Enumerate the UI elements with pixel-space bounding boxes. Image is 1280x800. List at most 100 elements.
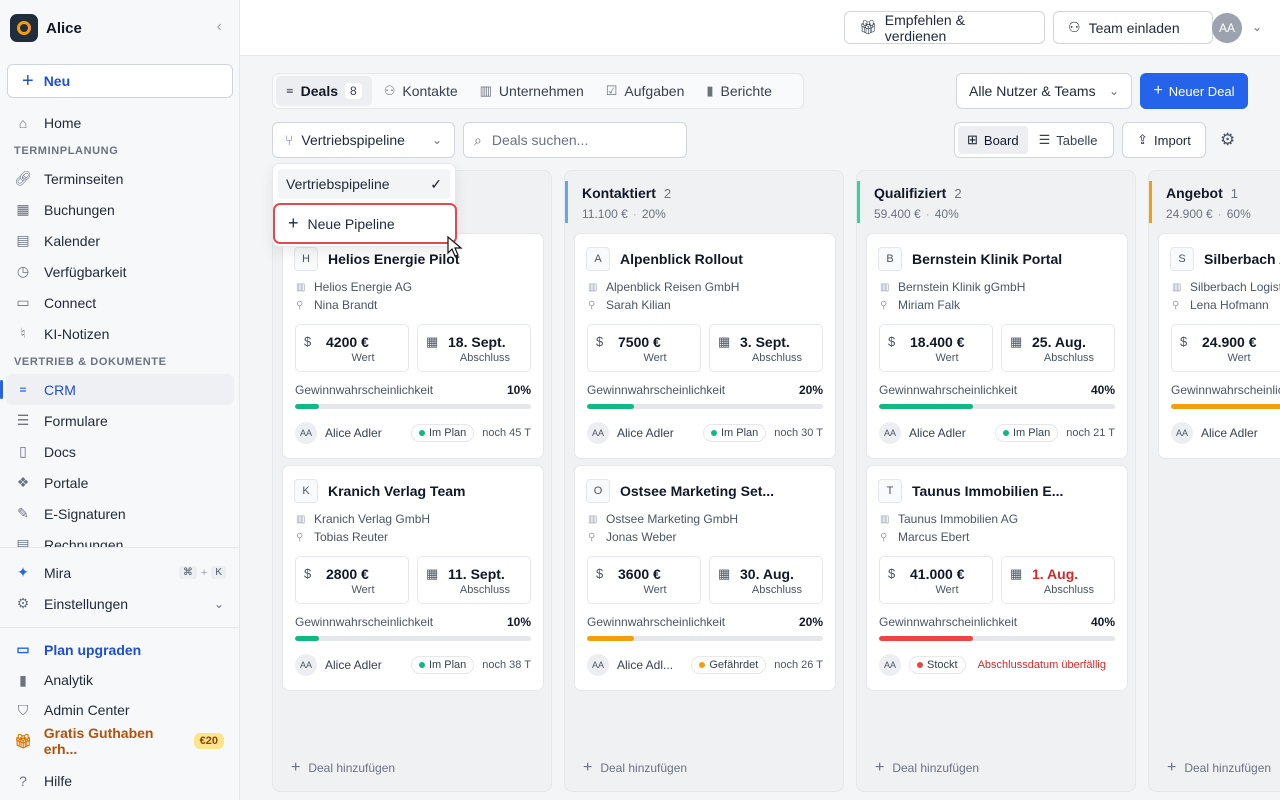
user-team-filter[interactable]: Alle Nutzer & Teams ⌄ xyxy=(956,73,1132,109)
probability-bar-fill xyxy=(295,636,319,641)
add-deal-button[interactable]: + Deal hinzufügen xyxy=(875,759,979,777)
chevron-down-icon[interactable]: ⌄ xyxy=(1252,20,1262,34)
sidebar-item-admin-center[interactable]: ⛉ Admin Center xyxy=(0,695,240,725)
tab-kontakte[interactable]: ⚇ Kontakte xyxy=(374,76,468,106)
sidebar-item-upgrade[interactable]: ▭ Plan upgraden xyxy=(0,634,240,665)
sidebar-item-rechnungen[interactable]: ▤ Rechnungen xyxy=(0,529,240,547)
sidebar-item-docs[interactable]: ▯ Docs xyxy=(0,436,240,467)
probability-value: 10% xyxy=(506,383,531,397)
new-deal-button[interactable]: + Neuer Deal xyxy=(1140,73,1248,109)
deal-card[interactable]: S Silberbach Analytics ▥ Silberbach Logi… xyxy=(1158,233,1280,459)
plus-icon: + xyxy=(875,759,885,776)
due-text: noch 30 T xyxy=(774,427,823,439)
deal-initial: B xyxy=(878,247,902,271)
sidebar-item-e-signaturen[interactable]: ✎ E-Signaturen xyxy=(0,498,240,529)
crm-icon: ꓿ xyxy=(18,381,28,397)
search-input[interactable] xyxy=(491,132,662,148)
deal-company: ▥ Ostsee Marketing GmbH xyxy=(588,512,738,526)
deal-value-label: Wert xyxy=(643,352,667,364)
deal-card[interactable]: B Bernstein Klinik Portal ▥ Bernstein Kl… xyxy=(866,233,1128,459)
status-label: Im Plan xyxy=(428,659,467,671)
probability-value: 10% xyxy=(506,615,531,629)
credit-badge: €20 xyxy=(193,733,224,749)
deal-title: Taunus Immobilien E... xyxy=(912,483,1064,499)
sidebar-item-ki-notizen[interactable]: ♮ KI-Notizen xyxy=(0,318,240,349)
status-dot xyxy=(699,662,706,668)
sidebar-item-label: Buchungen xyxy=(44,201,115,218)
close-date-label: Abschluss xyxy=(751,584,803,596)
sidebar-item-buchungen[interactable]: ▦ Buchungen xyxy=(0,194,240,225)
pipeline-select[interactable]: ⑂ Vertriebspipeline ⌄ xyxy=(272,122,455,158)
workspace-switcher[interactable]: Alice ‹ xyxy=(10,14,230,42)
refer-button[interactable]: 🎁︎ Empfehlen & verdienen xyxy=(844,11,1045,44)
pipeline-option[interactable]: Vertriebspipeline ✓ xyxy=(278,169,450,199)
sidebar-item-analytik[interactable]: ▮ Analytik xyxy=(0,665,240,695)
sidebar-item-connect[interactable]: ▭ Connect xyxy=(0,287,240,318)
new-pipeline-button[interactable]: + Neue Pipeline xyxy=(273,203,457,244)
sidebar-item-formulare[interactable]: ☰ Formulare xyxy=(0,405,240,436)
sidebar-item-label: Einstellungen xyxy=(44,595,129,612)
sidebar-item-hilfe[interactable]: ? Hilfe xyxy=(0,765,240,796)
tab-unternehmen[interactable]: ▥ Unternehmen xyxy=(470,76,594,106)
column-count: 2 xyxy=(954,185,962,201)
video-icon: ▭ xyxy=(16,294,30,310)
sidebar-item-credit[interactable]: 🎁︎ Gratis Guthaben erh... €20 xyxy=(0,725,240,757)
deal-contact: ⚲ Lena Hofmann xyxy=(1172,298,1269,312)
view-board-button[interactable]: ⊞ Board xyxy=(958,126,1028,154)
add-deal-button[interactable]: + Deal hinzufügen xyxy=(291,759,395,777)
contact-name: Nina Brandt xyxy=(314,298,378,312)
search-icon: ⌕ xyxy=(474,131,482,148)
sidebar-item-einstellungen[interactable]: ⚙ Einstellungen ⌄ xyxy=(0,588,240,619)
clock-icon: ◷ xyxy=(16,263,30,279)
sidebar-item-home[interactable]: ⌂ Home xyxy=(0,107,240,138)
deal-card[interactable]: T Taunus Immobilien E... ▥ Taunus Immobi… xyxy=(866,465,1128,691)
add-deal-button[interactable]: + Deal hinzufügen xyxy=(583,759,687,777)
owner-avatar: AA xyxy=(879,422,901,444)
owner-name: Alice Adler xyxy=(325,426,382,440)
add-deal-button[interactable]: + Deal hinzufügen xyxy=(1167,759,1271,777)
owner-avatar: AA xyxy=(587,422,609,444)
deal-close-date: ▦ 18. Sept. Abschluss xyxy=(417,324,531,372)
dollar-icon: $ xyxy=(1180,334,1188,349)
import-button[interactable]: ⇪ Import xyxy=(1122,122,1206,158)
import-label: Import xyxy=(1154,132,1191,148)
deal-initial: S xyxy=(1170,247,1194,271)
plus-icon: + xyxy=(22,69,34,92)
sidebar-item-portale[interactable]: ❖ Portale xyxy=(0,467,240,498)
tab-deals[interactable]: ꓿ Deals 8 xyxy=(276,76,372,106)
deal-value-amount: 24.900 € xyxy=(1202,334,1257,350)
close-date-value: 3. Sept. xyxy=(740,334,790,350)
sidebar-item-crm[interactable]: ꓿ CRM xyxy=(0,374,234,405)
probability-bar xyxy=(587,636,823,641)
view-table-button[interactable]: ☰ Tabelle xyxy=(1030,126,1107,154)
invite-team-button[interactable]: ⚇ Team einladen xyxy=(1053,11,1213,44)
sidebar-item-verfuegbarkeit[interactable]: ◷ Verfügbarkeit xyxy=(0,256,240,287)
gear-icon[interactable]: ⚙ xyxy=(1220,130,1235,150)
sidebar-item-kalender[interactable]: ▤ Kalender xyxy=(0,225,240,256)
deal-close-date: ▦ 30. Aug. Abschluss xyxy=(709,556,823,604)
plus-icon: + xyxy=(1153,82,1163,99)
sidebar-item-label: KI-Notizen xyxy=(44,325,110,342)
tab-berichte[interactable]: ▮ Berichte xyxy=(696,76,782,106)
deal-card[interactable]: K Kranich Verlag Team ▥ Kranich Verlag G… xyxy=(282,465,544,691)
sidebar-item-label: Gratis Guthaben erh... xyxy=(43,725,154,757)
tab-aufgaben[interactable]: ☑ Aufgaben xyxy=(596,76,695,106)
deal-card[interactable]: A Alpenblick Rollout ▥ Alpenblick Reisen… xyxy=(574,233,836,459)
sidebar-item-mira[interactable]: ✦ Mira ⌘ + K xyxy=(0,557,240,588)
deal-value: $ 41.000 € Wert xyxy=(879,556,993,604)
avatar[interactable]: AA xyxy=(1212,13,1242,43)
new-button[interactable]: + Neu xyxy=(7,64,233,98)
deal-card[interactable]: O Ostsee Marketing Set... ▥ Ostsee Marke… xyxy=(574,465,836,691)
deal-card[interactable]: H Helios Energie Pilot ▥ Helios Energie … xyxy=(282,233,544,459)
status-label: Im Plan xyxy=(720,427,759,439)
sidebar-item-label: Mira xyxy=(44,564,72,581)
collapse-sidebar-icon[interactable]: ‹ xyxy=(217,18,222,36)
mira-icon: ✦ xyxy=(17,564,29,580)
close-date-value: 25. Aug. xyxy=(1032,334,1086,350)
document-icon: ▯ xyxy=(19,443,27,459)
sidebar-item-terminseiten[interactable]: 🔗︎ Terminseiten xyxy=(0,163,240,194)
owner-name: Alice Adler xyxy=(617,426,674,440)
company-name: Bernstein Klinik gGmbH xyxy=(898,280,1026,294)
deal-company: ▥ Helios Energie AG xyxy=(296,280,412,294)
deal-search[interactable]: ⌕ xyxy=(463,122,687,158)
